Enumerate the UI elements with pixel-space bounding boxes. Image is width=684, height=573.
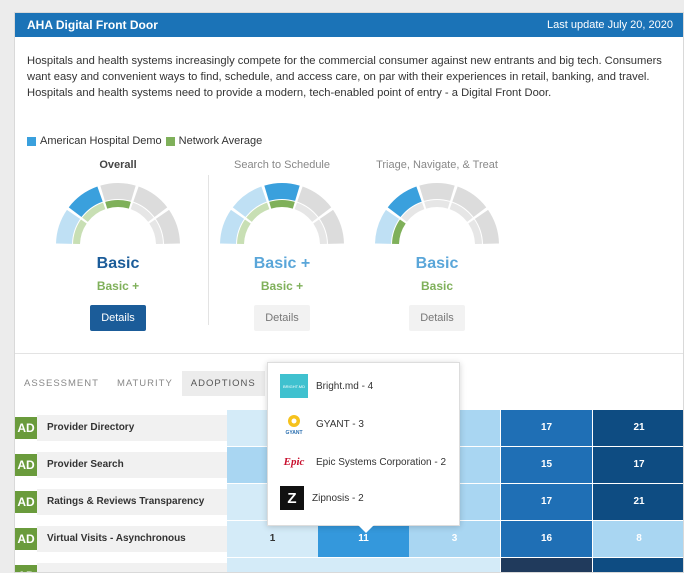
details-button[interactable]: Details [254,305,310,331]
row-label: Provider Directory [37,415,227,441]
legend-swatch-org [27,136,36,146]
gauge-title: Overall [99,159,137,171]
section-divider [15,353,683,354]
vendor-item[interactable]: GYANT GYANT - 3 [280,411,364,437]
gauge-chart [220,183,344,245]
gauge-level: Basic + [253,255,311,272]
gauge-network-level: Basic [420,279,454,293]
heat-cell[interactable]: 17 [501,484,592,520]
table-row[interactable]: AD Virtual Visits - Asynchronous 1 11 3 … [15,521,683,557]
digital-front-door-card: AHA Digital Front Door Last update July … [14,12,684,573]
heat-cell[interactable] [409,558,500,572]
zipnosis-logo: Z [280,486,304,510]
legend-label-network: Network Average [178,135,263,147]
gauge-org-segment [264,183,300,201]
adoption-badge: AD [15,565,37,572]
row-label: Virtual Visits - Asynchronous [37,526,227,552]
tab-bar: ASSESSMENT MATURITY ADOPTIONS [15,371,265,396]
gauge-title: Triage, Navigate, & Treat [376,159,498,171]
adoption-badge: AD [15,491,37,513]
vendor-label: Zipnosis - 2 [312,492,364,504]
row-label: Ratings & Reviews Transparency [37,489,227,515]
heat-cell[interactable]: 21 [593,410,683,446]
vendor-item[interactable]: Z Zipnosis - 2 [280,485,364,511]
bright-md-logo: BRIGHT.MD [280,374,308,398]
vendor-popup: BRIGHT.MD Bright.md - 4 GYANT GYANT - 3 … [267,362,460,533]
last-update-text: Last update July 20, 2020 [547,19,673,31]
gyant-logo: GYANT [280,412,308,436]
legend: American Hospital Demo Network Average [27,135,262,147]
tab-maturity[interactable]: MATURITY [108,371,182,396]
details-button[interactable]: Details [90,305,146,331]
heat-cell[interactable] [227,558,318,572]
tab-adoptions[interactable]: ADOPTIONS [181,371,265,396]
gauge-network-level: Basic + [260,279,304,293]
row-label: Provider Search [37,452,227,478]
gauge-chart [56,183,180,245]
gauge-network-segment [424,200,450,209]
heat-cell[interactable] [318,558,409,572]
svg-text:GYANT: GYANT [285,430,302,436]
heat-cell[interactable]: 3 [409,521,500,557]
heat-cell[interactable]: 1 [227,521,318,557]
heat-cell[interactable]: 15 [501,447,592,483]
legend-swatch-network [165,136,175,146]
heat-cell[interactable] [593,558,683,572]
description-text: Hospitals and health systems increasingl… [27,55,662,99]
row-label [37,563,227,572]
gauge-overall: Overall Basic Basic + Details [38,159,198,331]
gauge-search-to-schedule: Search to Schedule Basic + Basic + Detai… [202,159,362,331]
heat-cell[interactable] [501,558,592,572]
heat-cell[interactable]: 16 [501,521,592,557]
vendor-label: Bright.md - 4 [316,380,374,392]
tab-assessment[interactable]: ASSESSMENT [15,371,108,396]
card-header: AHA Digital Front Door Last update July … [15,13,683,37]
vendor-label: Epic Systems Corporation - 2 [316,456,447,468]
gauge-title: Search to Schedule [233,159,330,171]
gauge-network-level: Basic + [96,279,140,293]
heat-cell[interactable]: 8 [593,521,683,557]
table-row[interactable]: AD [15,558,683,572]
adoption-badge: AD [15,454,37,476]
gauge-chart [375,183,499,245]
gauge-org-segment [419,183,455,201]
gauge-triage-navigate-treat: Triage, Navigate, & Treat Basic Basic De… [357,159,517,331]
vendor-label: GYANT - 3 [316,418,364,430]
epic-logo: Epic [283,456,305,468]
gauge-level: Basic [415,255,459,272]
gauge-network-segment [269,200,295,209]
legend-label-org: American Hospital Demo [40,135,162,147]
adoption-badge: AD [15,528,37,550]
heat-cell[interactable]: 21 [593,484,683,520]
gauge-level: Basic [96,255,140,272]
adoption-badge: AD [15,417,37,439]
heat-cell[interactable]: 17 [501,410,592,446]
card-title: AHA Digital Front Door [27,18,158,32]
gauge-network-segment [105,200,131,209]
details-button[interactable]: Details [409,305,465,331]
vendor-item[interactable]: BRIGHT.MD Bright.md - 4 [280,373,373,399]
gauge-org-segment [100,183,136,201]
heat-cell[interactable]: 17 [593,447,683,483]
vendor-item[interactable]: Epic Epic Systems Corporation - 2 [280,449,446,475]
